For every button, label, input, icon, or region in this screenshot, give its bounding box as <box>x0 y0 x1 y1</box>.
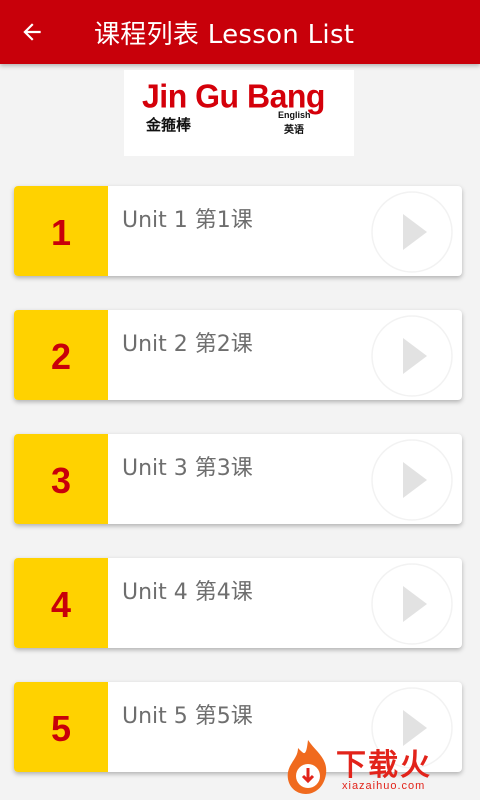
lesson-item-3[interactable]: 3 Unit 3 第3课 <box>14 434 462 524</box>
lesson-label: Unit 3 第3课 <box>122 456 253 481</box>
flame-logo-icon <box>287 740 327 794</box>
logo-chinese-english: 英语 <box>284 125 304 136</box>
play-icon <box>371 315 453 397</box>
play-button[interactable] <box>370 190 454 274</box>
play-icon <box>371 439 453 521</box>
lesson-item-2[interactable]: 2 Unit 2 第2课 <box>14 310 462 400</box>
lesson-label: Unit 2 第2课 <box>122 332 253 357</box>
lesson-number: 1 <box>50 212 72 253</box>
lesson-label: Unit 1 第1课 <box>122 208 253 233</box>
play-button[interactable] <box>370 314 454 398</box>
play-button[interactable] <box>370 562 454 646</box>
lesson-number-badge: 1 <box>14 186 108 276</box>
lesson-number-badge: 5 <box>14 682 108 772</box>
logo-chinese: 金箍棒 <box>146 116 192 134</box>
play-icon <box>371 563 453 645</box>
lesson-number: 5 <box>50 708 72 749</box>
arrow-left-icon <box>23 23 41 41</box>
lesson-number-badge: 4 <box>14 558 108 648</box>
watermark-url: xiazaihuo.com <box>342 780 426 792</box>
back-button[interactable] <box>0 0 64 64</box>
lesson-number: 3 <box>50 460 72 501</box>
play-button[interactable] <box>370 438 454 522</box>
lesson-item-4[interactable]: 4 Unit 4 第4课 <box>14 558 462 648</box>
logo-english: English <box>278 110 311 120</box>
lesson-number: 4 <box>50 584 72 625</box>
lesson-label: Unit 4 第4课 <box>122 580 253 605</box>
watermark: 下载火 xiazaihuo.com <box>272 732 480 800</box>
lesson-number-badge: 3 <box>14 434 108 524</box>
lesson-number-badge: 2 <box>14 310 108 400</box>
page-title: 课程列表 Lesson List <box>94 19 355 50</box>
lesson-item-1[interactable]: 1 Unit 1 第1课 <box>14 186 462 276</box>
play-icon <box>371 191 453 273</box>
lesson-label: Unit 5 第5课 <box>122 704 253 729</box>
lesson-number: 2 <box>50 336 72 377</box>
app-bar: 课程列表 Lesson List <box>0 0 480 64</box>
app-logo: Jin Gu Bang 金箍棒 English 英语 <box>124 70 354 156</box>
watermark-brand: 下载火 <box>336 748 432 783</box>
